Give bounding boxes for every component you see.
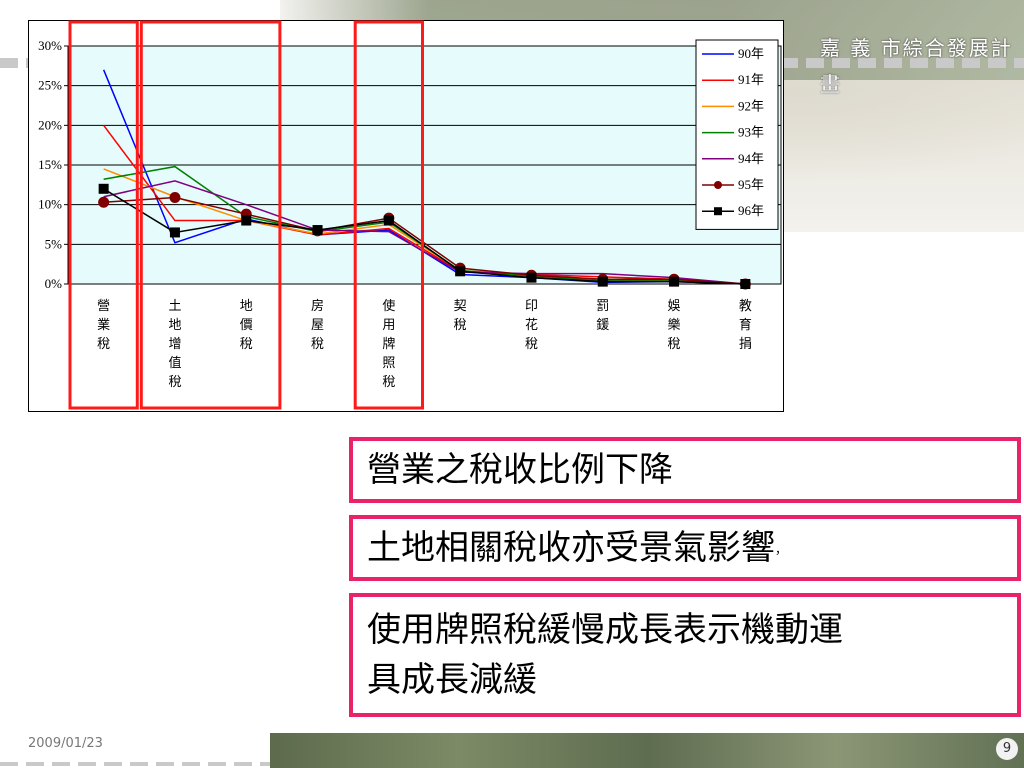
x-category-label: 牌 <box>382 336 395 352</box>
data-point <box>169 192 181 204</box>
data-point <box>740 279 751 289</box>
x-category-label: 屋 <box>311 318 324 333</box>
y-tick-label: 15% <box>38 157 62 172</box>
callout-license-tax: 使用牌照稅緩慢成長表示機動運 具成長減緩 <box>349 593 1021 717</box>
x-category-label: 罰 <box>596 299 609 314</box>
tax-ratio-line-chart: 0%5%10%15%20%25%30%營業稅土地增值稅地價稅房屋稅使用牌照稅契稅… <box>38 20 782 410</box>
data-point <box>455 266 466 277</box>
data-point <box>98 196 110 208</box>
x-category-label: 稅 <box>454 318 467 333</box>
x-category-label: 捐 <box>739 337 752 352</box>
x-category-label: 使 <box>382 298 395 314</box>
data-point <box>98 183 109 194</box>
x-category-label: 娛 <box>668 299 681 314</box>
data-point <box>383 215 394 226</box>
data-point <box>312 225 323 236</box>
x-category-label: 花 <box>525 317 538 333</box>
x-category-label: 稅 <box>311 337 324 352</box>
y-tick-label: 20% <box>38 117 62 132</box>
x-category-label: 稅 <box>240 337 253 352</box>
legend-marker <box>714 181 722 189</box>
x-category-label: 值 <box>168 355 181 371</box>
y-tick-label: 5% <box>45 236 63 251</box>
legend-label: 91年 <box>738 72 764 87</box>
x-category-label: 稅 <box>668 337 681 352</box>
brand-title: 嘉 義 市綜合發展計畫 <box>820 36 1013 96</box>
data-point <box>597 276 608 287</box>
callout-business-tax-text: 營業之稅收比例下降 <box>367 450 673 490</box>
data-point <box>526 272 537 283</box>
x-category-label: 育 <box>739 317 752 333</box>
callout-license-tax-line1: 使用牌照稅緩慢成長表示機動運 <box>367 610 843 650</box>
x-category-label: 稅 <box>97 337 110 352</box>
x-category-label: 稅 <box>168 375 181 390</box>
page-number: 9 <box>996 738 1018 760</box>
y-tick-label: 30% <box>38 38 62 53</box>
legend-label: 96年 <box>738 203 764 218</box>
decorative-stripe-bottom <box>0 762 270 766</box>
y-tick-label: 10% <box>38 197 62 212</box>
x-category-label: 樂 <box>668 317 681 333</box>
x-category-label: 營 <box>97 299 110 314</box>
background-map-bottom <box>270 733 1024 768</box>
callout-license-tax-line2: 具成長減緩 <box>367 660 537 700</box>
x-category-label: 鍰 <box>596 317 609 333</box>
x-category-label: 業 <box>97 317 110 333</box>
callout-land-tax-text: 土地相關稅收亦受景氣影響 <box>367 528 775 568</box>
legend-label: 92年 <box>738 98 764 113</box>
legend-box <box>695 39 779 230</box>
callout-land-tax-tail: ， <box>775 542 788 557</box>
x-category-label: 土 <box>168 299 181 314</box>
x-category-label: 增 <box>168 337 181 352</box>
x-category-label: 價 <box>240 318 253 333</box>
callout-business-tax: 營業之稅收比例下降 <box>349 437 1021 503</box>
x-category-label: 印 <box>525 299 538 314</box>
x-category-label: 用 <box>382 318 395 333</box>
data-point <box>241 215 252 226</box>
y-tick-label: 25% <box>38 78 62 93</box>
x-category-label: 稅 <box>525 337 538 352</box>
footer-date: 2009/01/23 <box>28 736 103 751</box>
x-category-label: 照 <box>382 356 395 371</box>
legend-label: 94年 <box>738 151 764 166</box>
x-category-label: 地 <box>240 299 253 314</box>
x-category-label: 稅 <box>382 375 395 390</box>
y-tick-label: 0% <box>45 276 63 291</box>
x-category-label: 教 <box>739 298 752 314</box>
callout-land-tax: 土地相關稅收亦受景氣影響， <box>349 515 1021 581</box>
legend-label: 95年 <box>738 177 764 192</box>
x-category-label: 房 <box>311 298 324 314</box>
data-point <box>169 227 180 238</box>
legend-label: 93年 <box>738 125 764 140</box>
x-category-label: 契 <box>454 299 467 314</box>
legend-label: 90年 <box>738 46 764 61</box>
legend-marker <box>714 207 722 216</box>
x-category-label: 地 <box>168 318 181 333</box>
data-point <box>669 276 680 287</box>
